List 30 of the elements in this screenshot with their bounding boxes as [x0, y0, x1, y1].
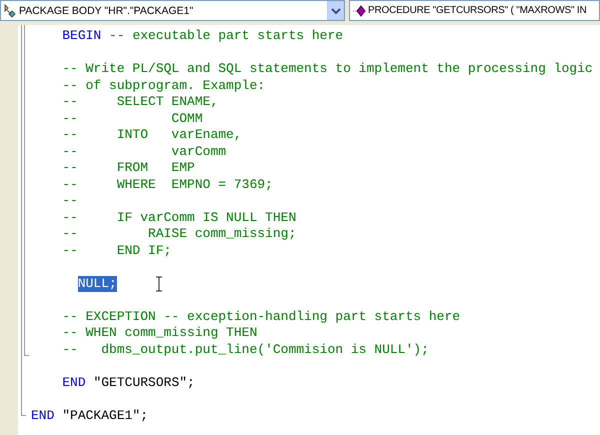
comment-text: -- — [62, 193, 78, 210]
comment-text: -- RAISE comm_missing; — [62, 226, 296, 242]
object-value: PACKAGE BODY "HR"."PACKAGE1" — [19, 4, 194, 16]
comment-text: -- WHEN comm_missing THEN — [62, 325, 258, 342]
member-dropdown[interactable]: PROCEDURE "GETCURSORS" ( "MAXROWS" IN — [349, 0, 600, 21]
comment-text: -- executable part starts here — [109, 28, 344, 44]
keyword-text: END — [31, 408, 54, 424]
comment-text: -- IF varComm IS NULL THEN — [62, 210, 296, 226]
keyword-text: BEGIN — [62, 28, 102, 44]
comment-text: -- FROM EMP — [62, 160, 195, 176]
member-value: PROCEDURE "GETCURSORS" ( "MAXROWS" IN — [368, 5, 588, 16]
comment-text: -- COMM — [62, 110, 203, 127]
object-dropdown[interactable]: PACKAGE BODY "HR"."PACKAGE1" — [0, 0, 345, 21]
comment-text: -- EXCEPTION -- exception-handling part starts here — [62, 308, 460, 325]
comment-text: -- Write PL/SQL and SQL statements to implement the processing logic — [62, 61, 593, 78]
code-text: "GETCURSORS"; — [93, 374, 195, 391]
dropdown-button[interactable] — [327, 1, 344, 20]
keyword-text: END — [62, 374, 86, 391]
procedure-icon — [352, 4, 366, 18]
chevron-down-icon — [330, 6, 340, 14]
code-text: "PACKAGE1"; — [62, 408, 148, 424]
comment-text: -- SELECT ENAME, — [62, 94, 218, 110]
comment-text: -- INTO varEname, — [62, 127, 242, 144]
selected-text: NULL; — [78, 276, 117, 292]
comment-text: -- WHERE EMPNO = 7369; — [62, 176, 273, 193]
comment-text: -- of subprogram. Example: — [62, 78, 266, 94]
package-icon — [3, 4, 17, 18]
comment-text: -- END IF; — [62, 242, 172, 259]
comment-text: -- varComm — [62, 144, 226, 160]
comment-text: -- dbms_output.put_line('Commision is NULL'); — [62, 342, 429, 358]
